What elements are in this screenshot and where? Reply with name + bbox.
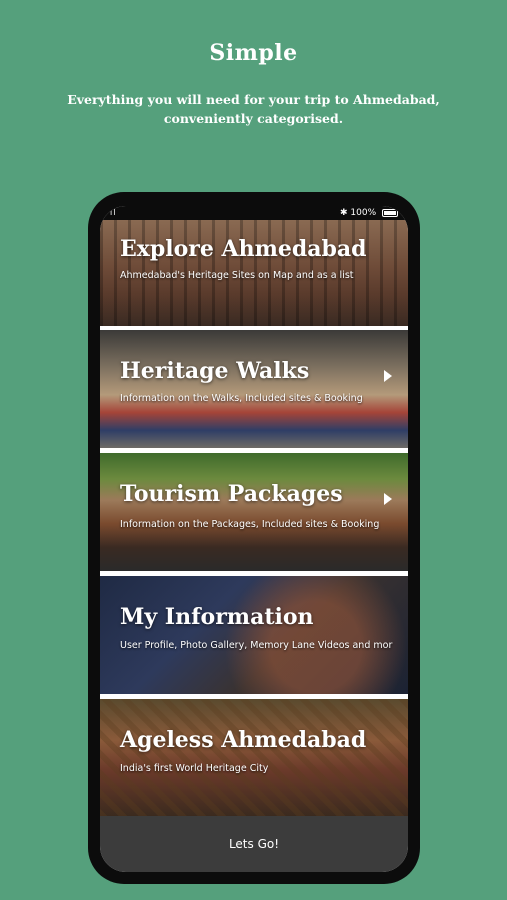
card-image-packages: [100, 453, 408, 571]
card-title: Tourism Packages: [120, 481, 343, 507]
card-description: Information on the Walks, Included sites…: [120, 393, 363, 404]
card-image-information: [100, 576, 408, 694]
lets-go-button[interactable]: Lets Go!: [100, 816, 408, 872]
card-title: My Information: [120, 604, 314, 630]
card-tourism-packages[interactable]: Tourism Packages Information on the Pack…: [100, 453, 408, 571]
bluetooth-icon: ✱: [339, 208, 348, 218]
chevron-right-icon: [384, 493, 392, 505]
battery-level: 100%: [350, 208, 377, 218]
card-ageless-ahmedabad[interactable]: Ageless Ahmedabad India's first World He…: [100, 699, 408, 817]
card-description: Ahmedabad's Heritage Sites on Map and as…: [120, 270, 354, 281]
phone-screen: ıl ✱ 100% Explore Ahmedabad Ahmedabad's …: [100, 206, 408, 872]
status-right: ✱ 100%: [340, 206, 398, 220]
card-heritage-walks[interactable]: Heritage Walks Information on the Walks,…: [100, 330, 408, 448]
card-title: Heritage Walks: [120, 358, 310, 384]
promo-subtitle: Everything you will need for your trip t…: [67, 92, 440, 126]
card-description: User Profile, Photo Gallery, Memory Lane…: [120, 640, 393, 651]
card-description: Information on the Packages, Included si…: [120, 519, 380, 530]
card-my-information[interactable]: My Information User Profile, Photo Galle…: [100, 576, 408, 694]
signal-icon: ıl: [110, 208, 117, 217]
card-description: India's first World Heritage City: [120, 763, 269, 774]
phone-frame: ıl ✱ 100% Explore Ahmedabad Ahmedabad's …: [88, 192, 420, 884]
card-image-ageless: [100, 699, 408, 817]
card-title: Explore Ahmedabad: [120, 236, 367, 262]
card-image-walks: [100, 330, 408, 448]
card-title: Ageless Ahmedabad: [120, 727, 367, 753]
promo-title: Simple: [209, 40, 298, 66]
chevron-right-icon: [384, 370, 392, 382]
battery-icon: [382, 208, 398, 217]
status-bar: ıl ✱ 100%: [100, 206, 408, 220]
card-explore-ahmedabad[interactable]: Explore Ahmedabad Ahmedabad's Heritage S…: [100, 220, 408, 326]
